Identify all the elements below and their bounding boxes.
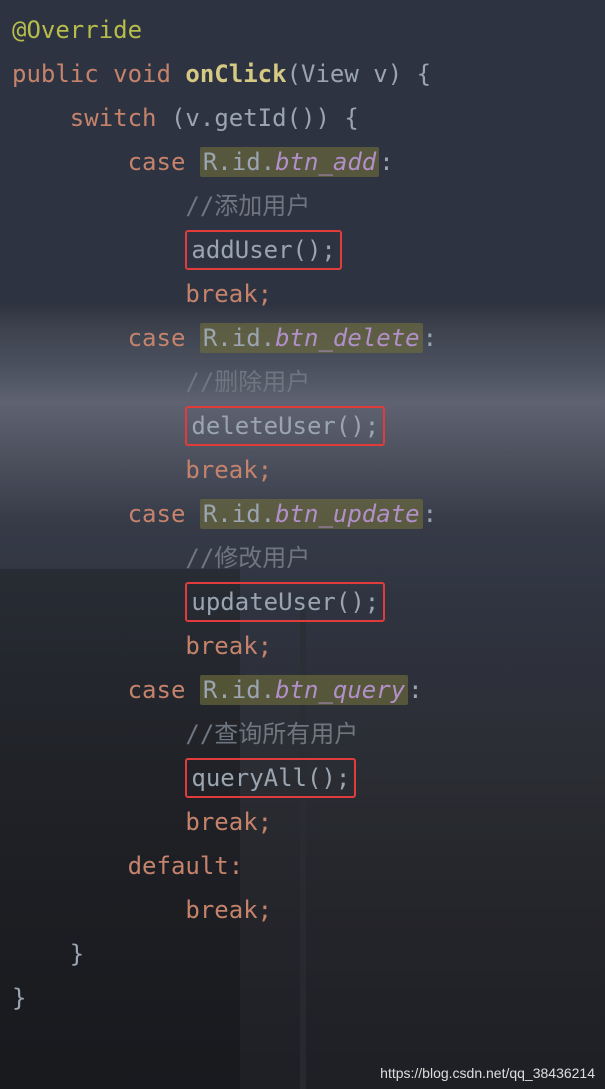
highlight-box: deleteUser(); [185, 406, 385, 446]
default-break: break; [185, 896, 272, 924]
default-label: default: [128, 852, 244, 880]
annotation: @Override [12, 16, 142, 44]
param-type: View [301, 60, 359, 88]
highlight-box: addUser(); [185, 230, 342, 270]
code-block: @Override public void onClick(View v) { … [12, 8, 437, 1020]
comment: //删除用户 [185, 368, 310, 396]
highlight-box: queryAll(); [185, 758, 356, 798]
comment: //查询所有用户 [185, 720, 358, 748]
resource-id: R.id.btn_update [200, 499, 423, 529]
highlight-box: updateUser(); [185, 582, 385, 622]
comment: //修改用户 [185, 544, 310, 572]
modifiers: public void [12, 60, 171, 88]
resource-id: R.id.btn_query [200, 675, 408, 705]
switch-kw: switch [70, 104, 157, 132]
param-name: v [373, 60, 387, 88]
code-screenshot: @Override public void onClick(View v) { … [0, 0, 605, 1089]
resource-id: R.id.btn_delete [200, 323, 423, 353]
method-name: onClick [185, 60, 286, 88]
resource-id: R.id.btn_add [200, 147, 379, 177]
watermark: https://blog.csdn.net/qq_38436214 [380, 1065, 595, 1081]
comment: //添加用户 [185, 192, 310, 220]
break-kw: break; [185, 280, 272, 308]
case-kw: case [128, 148, 186, 176]
